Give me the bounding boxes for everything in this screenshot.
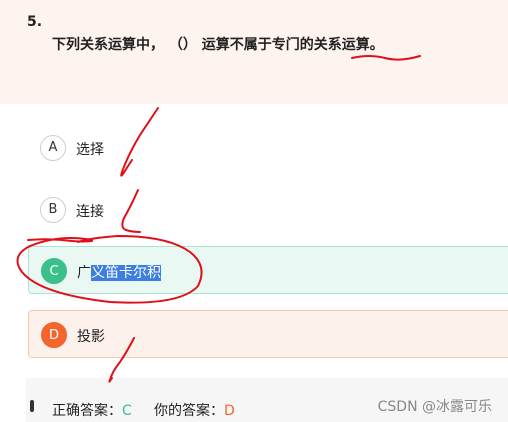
watermark: CSDN @冰露可乐 — [377, 399, 492, 415]
option-a-badge: A — [40, 135, 66, 161]
option-d-label: 投影 — [77, 329, 105, 345]
option-c-label-plain: 广 — [77, 265, 91, 281]
option-b-label: 连接 — [76, 204, 104, 220]
question-number: 5. — [27, 14, 43, 30]
my-answer-value: D — [224, 403, 235, 419]
stroke-c-line — [27, 238, 93, 243]
option-a[interactable]: A 选择 — [28, 124, 508, 172]
option-b[interactable]: B 连接 — [28, 186, 508, 234]
correct-answer-label: 正确答案： — [52, 403, 122, 419]
option-c-badge: C — [41, 258, 67, 284]
question-header: 5. 下列关系运算中， （） 运算不属于专门的关系运算。 — [0, 0, 508, 104]
option-d-badge: D — [41, 322, 67, 348]
option-b-badge: B — [40, 197, 66, 223]
my-answer-label: 你的答案： — [154, 403, 225, 419]
question-blank: （） — [168, 37, 197, 53]
option-c-label-selected-text: 义笛卡尔积 — [91, 265, 161, 281]
question-text-before: 下列关系运算中， — [52, 37, 164, 53]
question-text: 下列关系运算中， （） 运算不属于专门的关系运算。 — [52, 34, 384, 54]
option-a-label: 选择 — [76, 142, 104, 158]
option-c-correct[interactable]: C 广义笛卡尔积 — [28, 246, 508, 294]
answer-bar-marker — [30, 400, 34, 412]
option-d-chosen[interactable]: D 投影 — [28, 310, 508, 358]
question-text-after: 运算不属于专门的关系运算。 — [201, 37, 384, 53]
option-c-label: 广义笛卡尔积 — [77, 262, 161, 282]
answer-line: 正确答案：C 你的答案：D — [52, 400, 235, 420]
correct-answer-value: C — [122, 403, 132, 419]
